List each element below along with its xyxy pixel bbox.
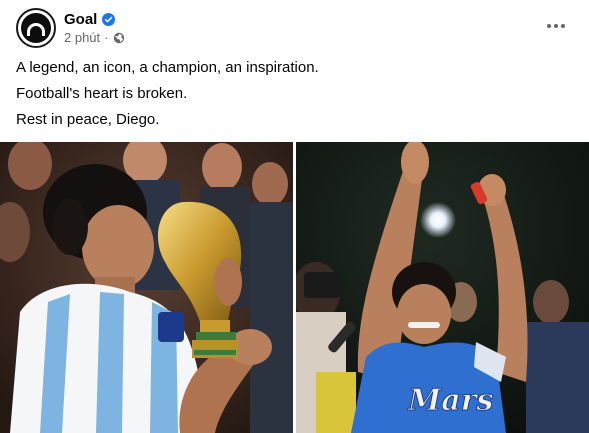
page-name-row: Goal	[64, 10, 116, 28]
goal-logo-arch	[27, 23, 45, 36]
post-header: Goal 2 phút ·	[0, 0, 589, 56]
post-message: A legend, an icon, a champion, an inspir…	[16, 58, 576, 136]
meta-separator: ·	[104, 30, 109, 45]
photo-trophy-kiss[interactable]	[0, 142, 293, 433]
globe-icon[interactable]	[113, 32, 125, 44]
svg-text:Mars: Mars	[407, 383, 493, 418]
post-timestamp-link[interactable]: 2 phút	[64, 30, 100, 45]
post-text-line: Rest in peace, Diego.	[16, 111, 160, 128]
post-text-line: A legend, an icon, a champion, an inspir…	[16, 59, 319, 76]
post-text-line: Football's heart is broken.	[16, 85, 188, 102]
more-options-button[interactable]	[540, 10, 572, 42]
page-name-link[interactable]: Goal	[64, 11, 97, 28]
page-avatar[interactable]	[16, 8, 56, 48]
post-photos: Mars	[0, 142, 589, 433]
more-options-icon	[547, 24, 565, 28]
verified-badge-icon	[102, 12, 116, 26]
post-meta: 2 phút ·	[64, 30, 125, 45]
photo-celebration[interactable]: Mars	[296, 142, 589, 433]
